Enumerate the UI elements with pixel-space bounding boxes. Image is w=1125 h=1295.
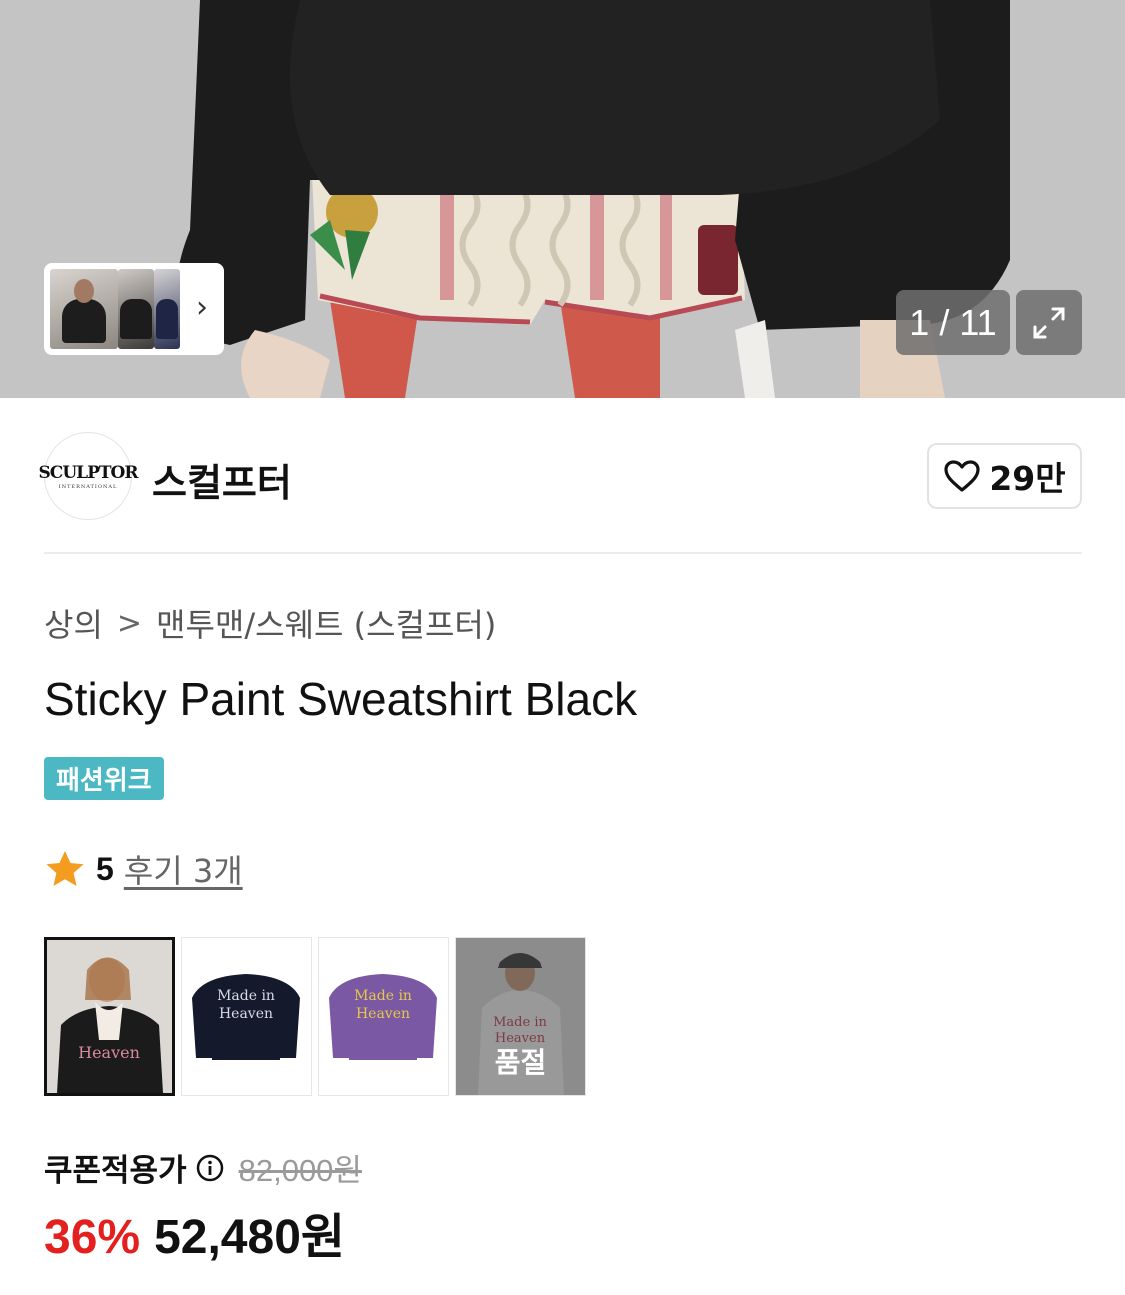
fullscreen-button[interactable]: [1016, 290, 1082, 355]
final-price: 52,480원: [154, 1211, 346, 1264]
svg-text:Heaven: Heaven: [219, 1006, 273, 1022]
brand-logo[interactable]: SCULPTOR INTERNATIONAL: [39, 432, 138, 520]
svg-text:Heaven: Heaven: [78, 1043, 140, 1062]
color-option-purple[interactable]: Made in Heaven: [318, 937, 449, 1096]
svg-text:Made in: Made in: [354, 988, 412, 1004]
fashion-week-badge: 패션위크: [44, 757, 164, 800]
chevron-right-icon[interactable]: ›: [196, 293, 208, 323]
brand-logo-subtext: INTERNATIONAL: [58, 483, 118, 490]
product-title: Sticky Paint Sweatshirt Black: [44, 673, 638, 725]
original-price: 82,000원: [238, 1153, 362, 1188]
thumbnail-image[interactable]: [118, 269, 154, 349]
star-icon: [46, 851, 84, 886]
sold-out-label: 품절: [494, 1046, 547, 1079]
coupon-price-label: 쿠폰적용가: [44, 1153, 187, 1189]
color-option-black[interactable]: Heaven: [44, 937, 175, 1096]
like-count: 29만: [989, 459, 1066, 498]
info-icon[interactable]: [195, 1153, 225, 1183]
color-option-grey[interactable]: Made in Heaven 품절: [455, 937, 586, 1096]
color-option-navy[interactable]: Made in Heaven: [181, 937, 312, 1096]
svg-text:Made in: Made in: [217, 988, 275, 1004]
breadcrumb-category[interactable]: 상의: [44, 600, 103, 646]
product-main-image[interactable]: › 1 / 11: [0, 0, 1125, 398]
svg-text:Heaven: Heaven: [356, 1006, 410, 1022]
thumbnail-strip[interactable]: ›: [44, 263, 224, 355]
brand-logo-text: SCULPTOR: [38, 462, 139, 483]
image-counter: 1 / 11: [896, 290, 1010, 355]
thumbnail-image[interactable]: [154, 269, 180, 349]
review-count-link[interactable]: 후기 3개: [124, 846, 243, 892]
option-image: Heaven: [47, 940, 172, 1093]
heart-icon: [944, 460, 980, 492]
breadcrumb: 상의 > 맨투맨/스웨트 (스컬프터): [44, 600, 496, 646]
option-image: Made in Heaven: [182, 938, 311, 1095]
divider: [44, 552, 1082, 554]
chevron-right-icon: >: [116, 605, 143, 641]
rating-row: 5 후기 3개: [44, 846, 243, 892]
breadcrumb-subcategory[interactable]: 맨투맨/스웨트 (스컬프터): [156, 600, 496, 646]
thumbnail-image[interactable]: [50, 269, 118, 349]
color-options: Heaven Made in Heaven Made in Heaven Mad…: [44, 937, 586, 1096]
like-button[interactable]: 29만: [927, 443, 1082, 509]
discount-rate: 36%: [44, 1211, 141, 1264]
sold-out-overlay: 품절: [456, 938, 585, 1095]
brand-name[interactable]: 스컬프터: [152, 452, 292, 507]
coupon-price-row: 쿠폰적용가 82,000원: [44, 1145, 362, 1190]
expand-icon: [1033, 307, 1065, 338]
rating-score: 5: [96, 850, 114, 887]
final-price-row: 36% 52,480원: [44, 1197, 345, 1267]
option-image: Made in Heaven: [319, 938, 448, 1095]
